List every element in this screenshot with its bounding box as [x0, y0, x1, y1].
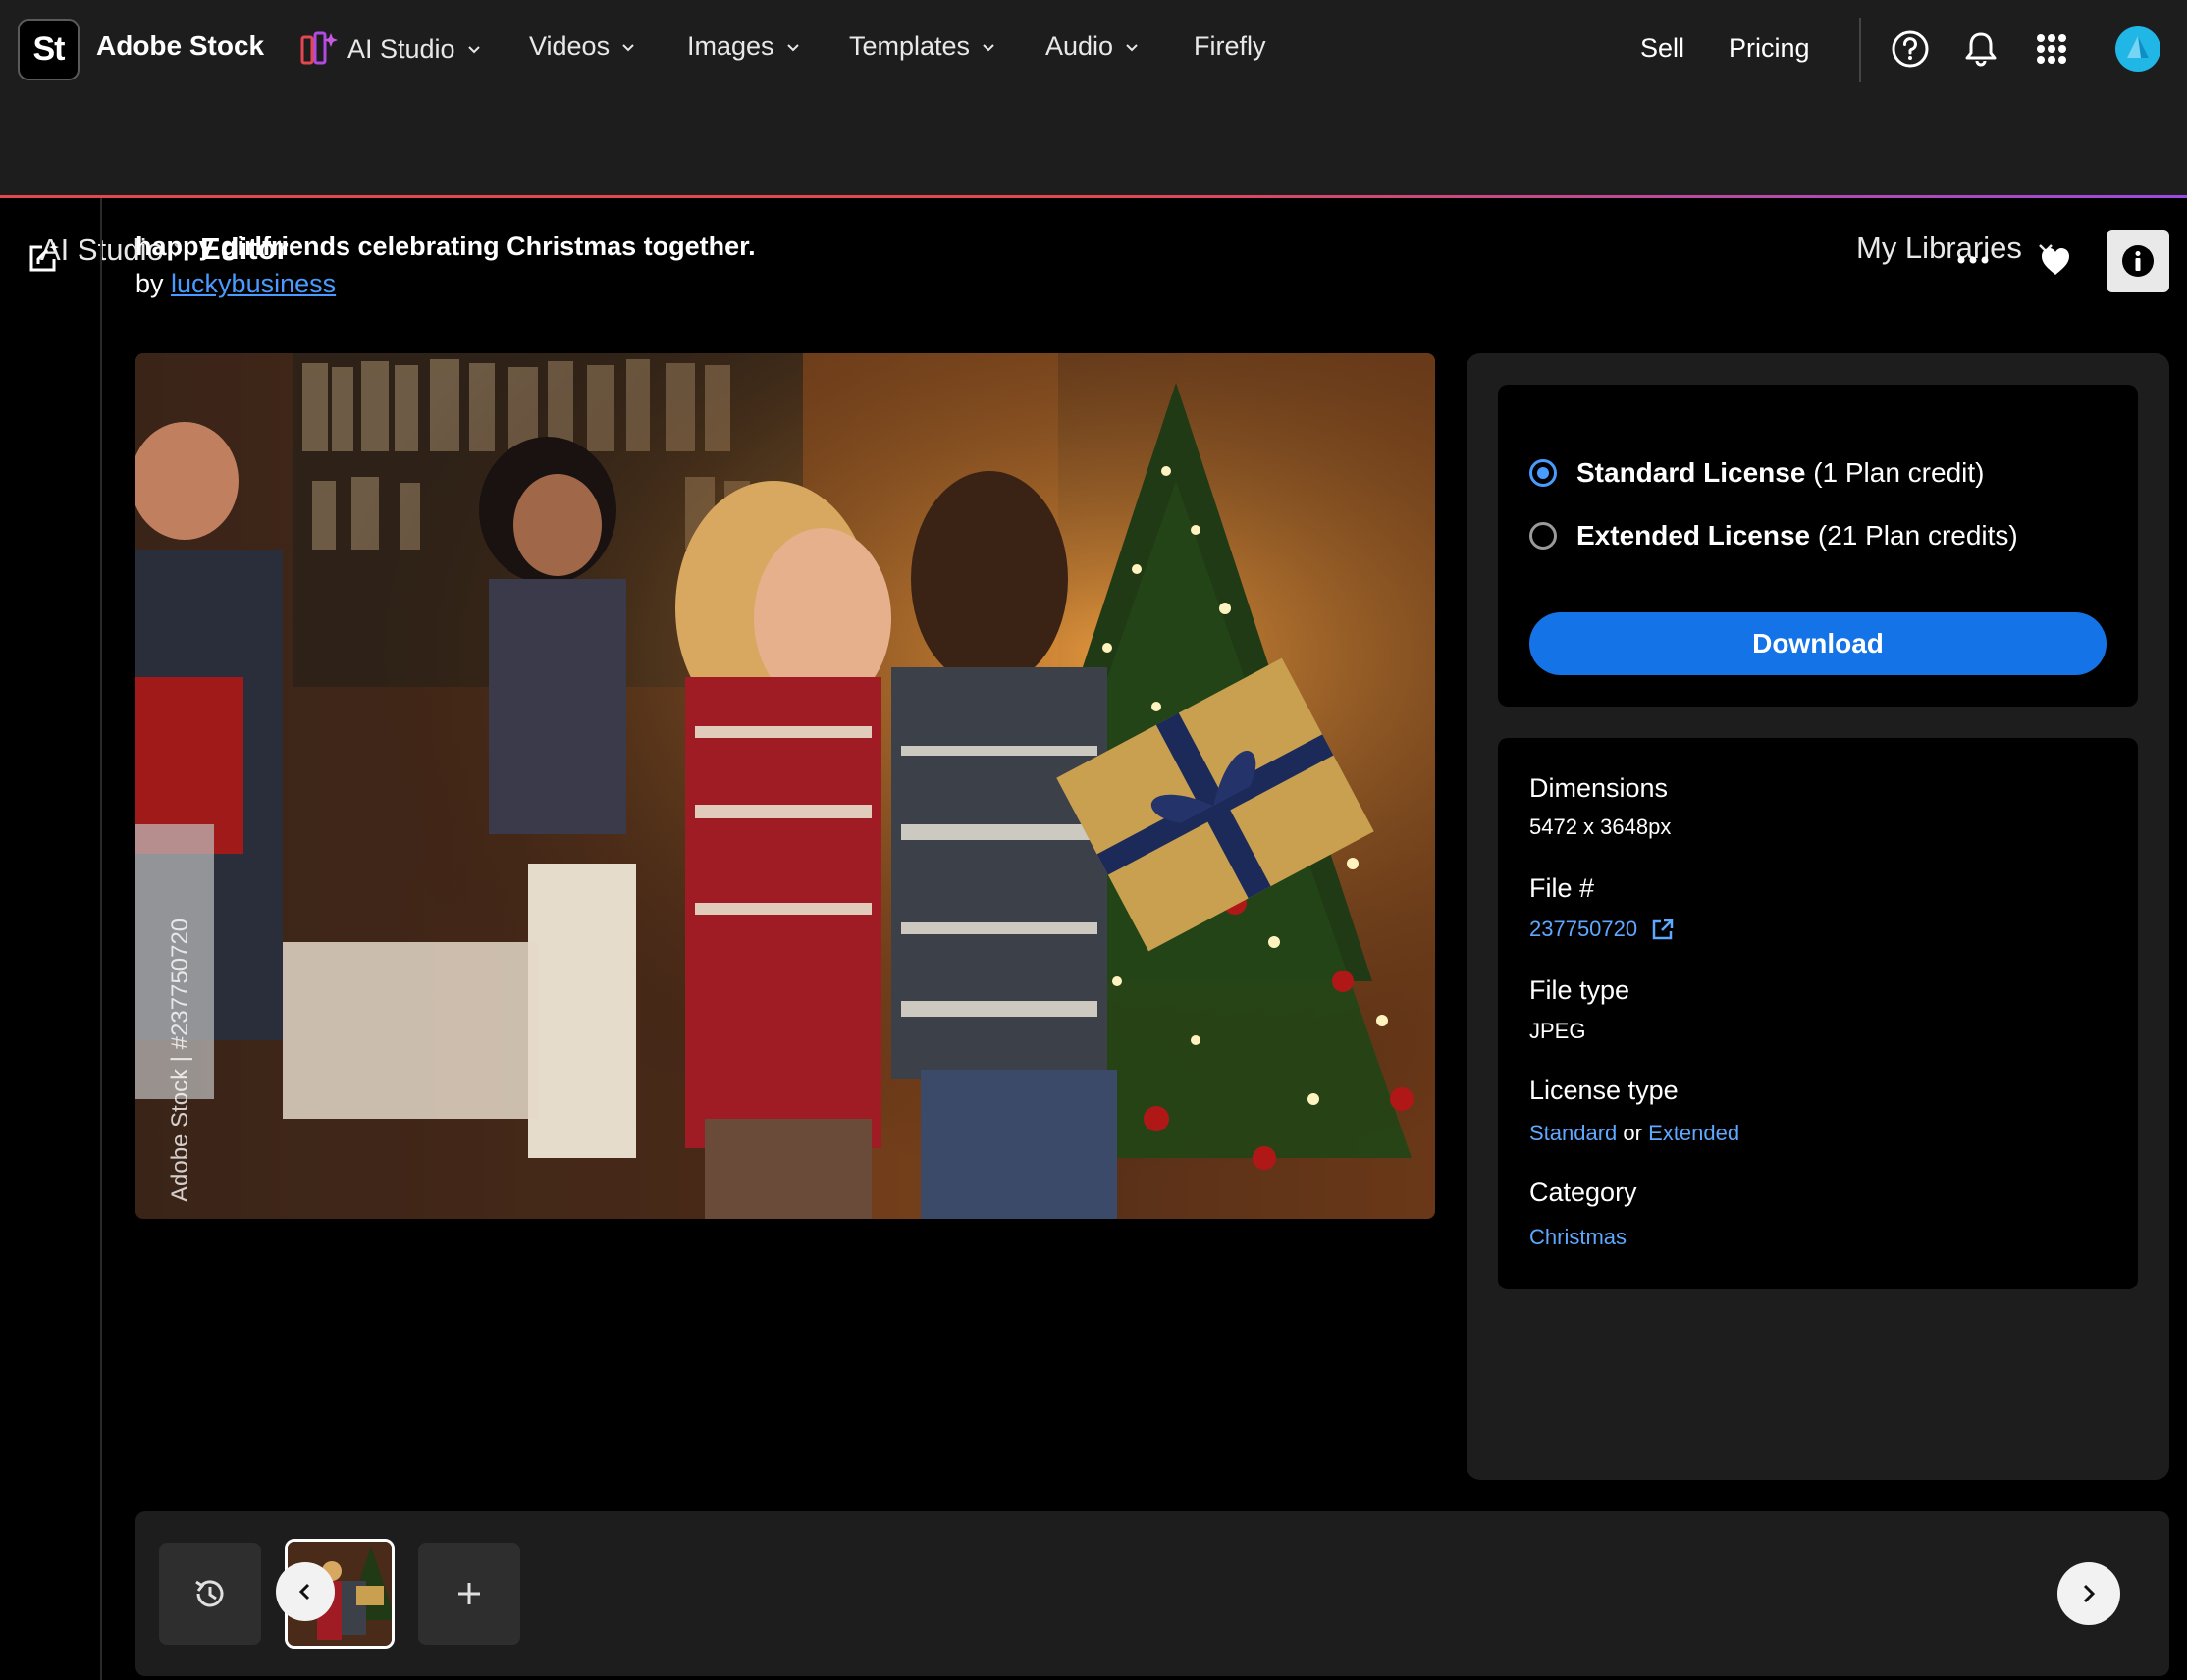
license-option-extended-text: Extended License (21 Plan credits)	[1576, 520, 2018, 551]
file-type-value: JPEG	[1529, 1019, 1586, 1043]
history-button[interactable]	[159, 1543, 261, 1645]
category-link[interactable]: Christmas	[1529, 1225, 1627, 1250]
add-button[interactable]	[418, 1543, 520, 1645]
nav-pricing[interactable]: Pricing	[1729, 33, 1810, 64]
photo-illustration	[135, 353, 1435, 1219]
apps-grid-icon[interactable]	[2031, 28, 2072, 70]
external-link-icon[interactable]	[1651, 918, 1675, 941]
file-type-label: File type	[1529, 975, 1630, 1005]
nav-videos[interactable]: Videos	[529, 31, 637, 62]
more-options-icon[interactable]	[1953, 245, 1993, 275]
filmstrip-prev-button[interactable]	[276, 1562, 335, 1621]
history-icon	[195, 1580, 224, 1607]
nav-templates[interactable]: Templates	[849, 31, 997, 62]
category-label: Category	[1529, 1178, 1637, 1207]
file-number-link[interactable]: 237750720	[1529, 917, 1675, 942]
ai-studio-icon	[300, 31, 338, 65]
chevron-down-icon	[786, 43, 799, 51]
dimensions-label: Dimensions	[1529, 773, 1669, 803]
nav-images-label: Images	[687, 31, 774, 61]
left-rail	[0, 198, 102, 1680]
nav-ai-studio-label: AI Studio	[347, 33, 455, 64]
logo-text: St	[32, 30, 66, 68]
info-icon	[2122, 245, 2154, 277]
filmstrip-next-button[interactable]	[2057, 1562, 2120, 1625]
radio-selected-icon[interactable]	[1529, 459, 1557, 487]
brand-name[interactable]: Adobe Stock	[96, 30, 264, 62]
bell-icon[interactable]	[1960, 28, 2001, 70]
asset-title: happy girlfriends celebrating Christmas …	[135, 232, 756, 261]
file-number-label: File #	[1529, 873, 1595, 903]
chevron-down-icon	[983, 43, 994, 51]
chevron-down-icon	[467, 46, 480, 54]
nav-audio[interactable]: Audio	[1045, 31, 1141, 62]
avatar[interactable]	[2115, 26, 2160, 72]
nav-ai-studio[interactable]: AI Studio	[300, 31, 483, 67]
license-option-standard[interactable]: Standard License (1 Plan credit)	[1529, 457, 1984, 489]
my-libraries-label: My Libraries	[1856, 231, 2022, 265]
nav-audio-label: Audio	[1045, 31, 1114, 61]
top-nav: St Adobe Stock AI Studio Videos Images T…	[0, 0, 2187, 98]
asset-preview-image[interactable]	[135, 353, 1435, 1219]
nav-sell[interactable]: Sell	[1640, 33, 1684, 64]
asset-byline: by luckybusiness	[135, 269, 336, 299]
header-accent-line	[0, 195, 2187, 198]
license-option-standard-text: Standard License (1 Plan credit)	[1576, 457, 1985, 488]
ai-edit-icon[interactable]	[26, 240, 61, 276]
license-option-extended[interactable]: Extended License (21 Plan credits)	[1529, 520, 2018, 551]
heart-icon[interactable]	[2039, 245, 2072, 279]
radio-unselected-icon[interactable]	[1529, 522, 1557, 550]
author-link[interactable]: luckybusiness	[171, 269, 336, 298]
license-type-label: License type	[1529, 1076, 1679, 1105]
avatar-graphic	[2127, 36, 2149, 58]
license-type-value: Standard or Extended	[1529, 1121, 1739, 1146]
watermark-text: Adobe Stock | #237750720	[167, 918, 193, 1202]
file-number-value[interactable]: 237750720	[1529, 917, 1637, 942]
nav-firefly-label: Firefly	[1194, 31, 1266, 61]
dimensions-value: 5472 x 3648px	[1529, 814, 1672, 839]
license-type-or: or	[1623, 1121, 1642, 1145]
nav-videos-label: Videos	[529, 31, 611, 61]
adobe-stock-logo[interactable]: St	[18, 19, 80, 80]
license-type-extended-link[interactable]: Extended	[1648, 1121, 1739, 1145]
nav-divider	[1859, 18, 1861, 82]
nav-images[interactable]: Images	[687, 31, 802, 62]
nav-firefly[interactable]: Firefly	[1194, 31, 1266, 62]
info-button[interactable]	[2107, 230, 2169, 292]
plus-icon	[458, 1583, 480, 1604]
breadcrumb: AI Studio Editor My Libraries	[0, 98, 2187, 267]
license-type-standard-link[interactable]: Standard	[1529, 1121, 1617, 1145]
chevron-down-icon	[1126, 43, 1138, 51]
download-button[interactable]: Download	[1529, 612, 2107, 675]
chevron-right-icon	[2083, 1584, 2096, 1603]
help-icon[interactable]	[1890, 28, 1931, 70]
nav-templates-label: Templates	[849, 31, 971, 61]
chevron-down-icon	[622, 43, 634, 51]
chevron-left-icon	[298, 1583, 310, 1601]
by-prefix: by	[135, 269, 164, 298]
